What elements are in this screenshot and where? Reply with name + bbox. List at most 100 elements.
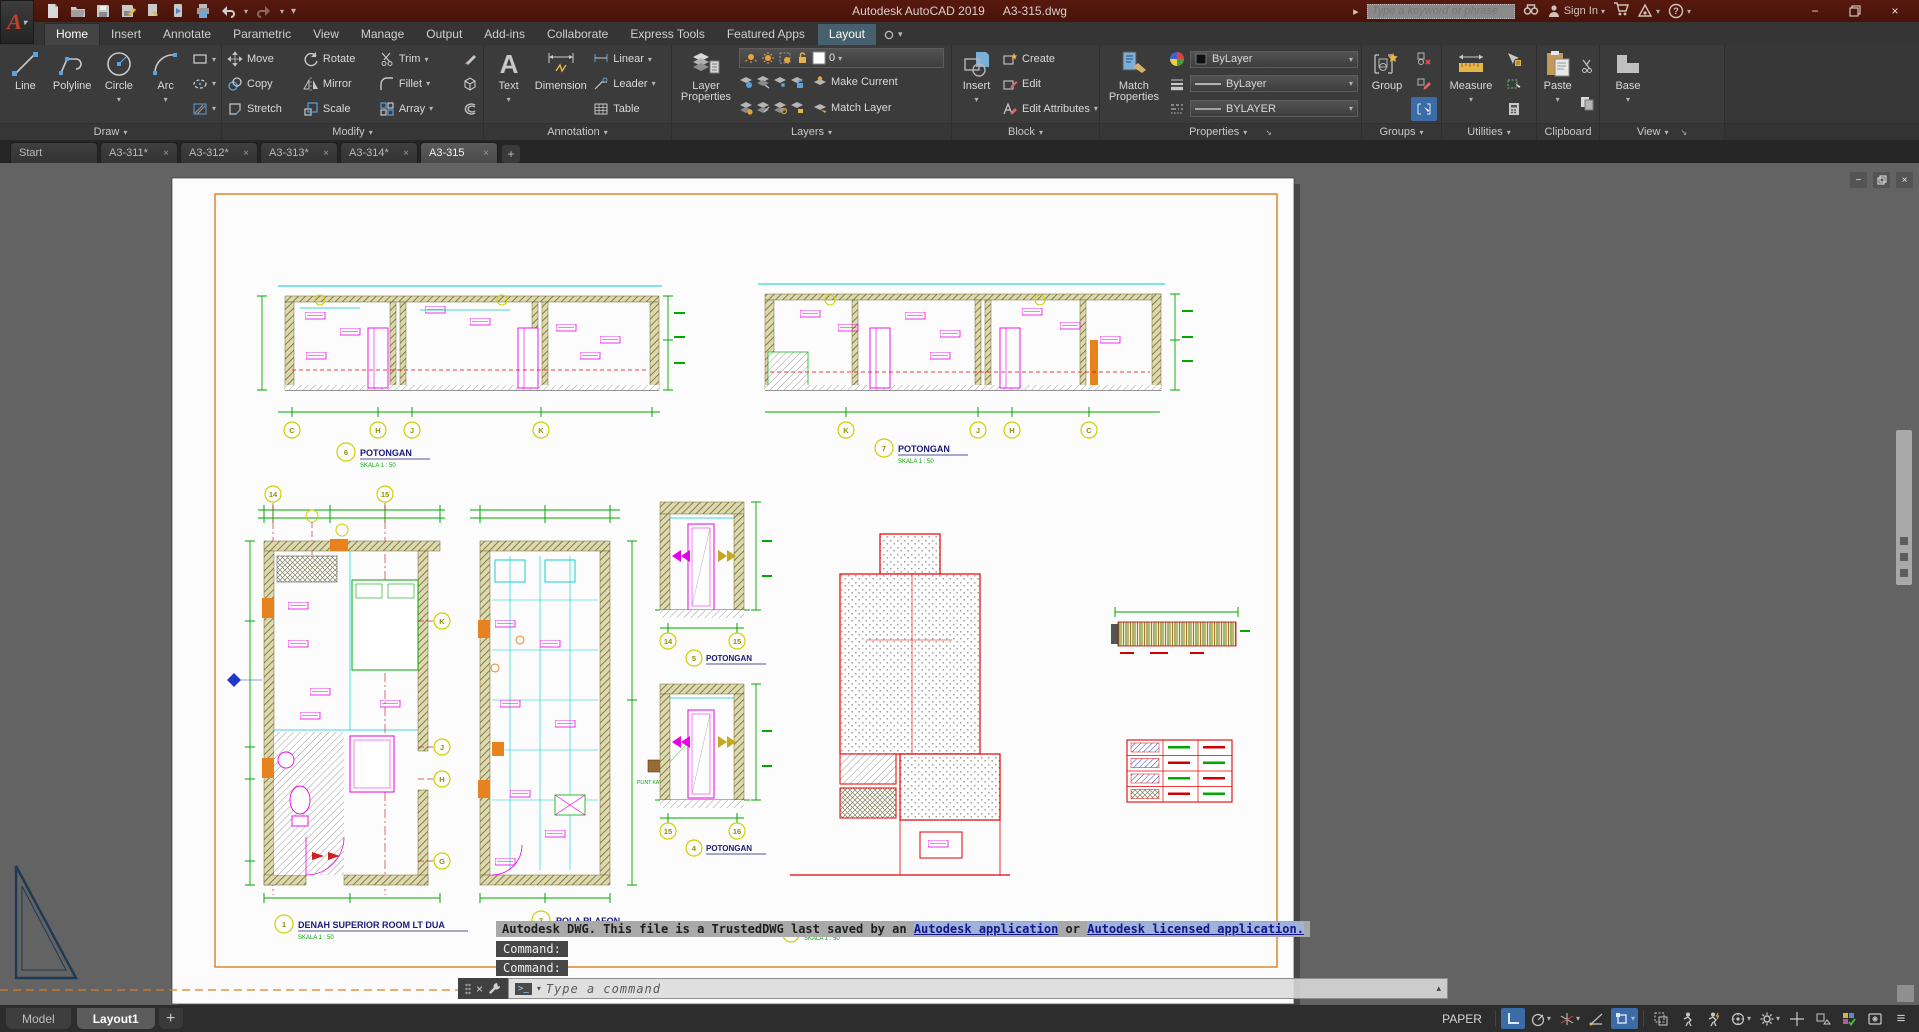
print-button[interactable] [194, 3, 212, 19]
ribbon-tab-layout[interactable]: Layout [817, 24, 876, 45]
ellipse-tool-button[interactable]: ▾ [190, 72, 218, 96]
close-tab-icon[interactable]: × [323, 148, 329, 159]
drag-grip-icon[interactable] [465, 983, 471, 995]
isolate-objects-button[interactable] [1811, 1008, 1835, 1029]
properties-dialog-launcher[interactable]: ↘ [1265, 128, 1272, 137]
file-tab-a3-312[interactable]: A3-312* × [180, 142, 258, 163]
ribbon-tab-home[interactable]: Home [44, 23, 101, 45]
match-layer-button[interactable]: Match Layer [811, 96, 894, 120]
drawing-restore-button[interactable] [1873, 172, 1890, 188]
rectangle-tool-button[interactable]: ▾ [190, 47, 218, 71]
command-history-expand-icon[interactable]: ▴ [1436, 983, 1441, 994]
annotation-scale-button[interactable]: ▾ [1727, 1008, 1754, 1029]
ribbon-tab-featured-apps[interactable]: Featured Apps [716, 24, 816, 45]
fillet-button[interactable]: Fillet ▾ [377, 72, 459, 96]
text-button[interactable]: A Text ▾ [487, 47, 530, 121]
measure-button[interactable]: Measure ▾ [1445, 47, 1497, 121]
ribbon-tab-express-tools[interactable]: Express Tools [619, 24, 715, 45]
line-button[interactable]: Line [3, 47, 48, 121]
arc-button[interactable]: Arc ▾ [143, 47, 188, 121]
mirror-button[interactable]: Mirror [301, 72, 375, 96]
ribbon-display-toggle[interactable]: ▾ [884, 29, 902, 45]
hardware-acceleration-button[interactable] [1837, 1008, 1861, 1029]
drawing-close-button[interactable]: × [1896, 172, 1913, 188]
copy-clip-button[interactable] [1577, 91, 1596, 115]
ribbon-tab-view[interactable]: View [302, 24, 350, 45]
group-button[interactable]: Group [1365, 47, 1409, 121]
linetype-select[interactable]: BYLAYER ▾ [1190, 100, 1358, 118]
search-input[interactable] [1366, 3, 1515, 19]
layer-dropdown[interactable]: 0 ▾ [739, 48, 944, 68]
object-color-select[interactable]: ByLayer ▾ [1190, 50, 1358, 68]
table-button[interactable]: Table [591, 97, 668, 121]
redo-button[interactable] [255, 3, 273, 19]
file-tab-a3-311[interactable]: A3-311* × [100, 142, 178, 163]
help-button[interactable]: ? ▾ [1668, 3, 1691, 19]
create-block-button[interactable]: Create [1000, 47, 1096, 71]
wrench-icon[interactable] [488, 982, 501, 995]
minimize-button[interactable]: − [1795, 1, 1835, 21]
ribbon-tab-addins[interactable]: Add-ins [473, 24, 536, 45]
plot-button[interactable] [144, 3, 162, 19]
group-edit-button[interactable] [1411, 72, 1437, 96]
panel-label-utilities[interactable]: Utilities ▾ [1442, 123, 1536, 140]
ortho-mode-button[interactable] [1500, 1008, 1525, 1029]
match-properties-button[interactable]: Match Properties [1103, 47, 1165, 121]
object-snap-button[interactable]: ▾ [1610, 1008, 1638, 1029]
panel-label-block[interactable]: Block ▾ [952, 123, 1099, 140]
edit-attributes-button[interactable]: Edit Attributes ▾ [1000, 97, 1098, 121]
ribbon-tab-insert[interactable]: Insert [100, 24, 152, 45]
workspace-switching-button[interactable]: ▾ [1756, 1008, 1783, 1029]
polyline-button[interactable]: Polyline [50, 47, 95, 121]
panel-label-annotation[interactable]: Annotation ▾ [484, 123, 671, 140]
linear-dimension-button[interactable]: Linear ▾ [591, 47, 668, 71]
linetype-icon[interactable] [1167, 97, 1188, 121]
paste-button[interactable]: Paste ▾ [1540, 47, 1575, 121]
open-folder-button[interactable] [69, 3, 87, 19]
offset-button[interactable] [461, 97, 480, 121]
panel-label-layers[interactable]: Layers ▾ [672, 123, 951, 140]
ribbon-tab-output[interactable]: Output [415, 24, 473, 45]
insert-block-button[interactable]: Insert ▾ [955, 47, 998, 121]
explode-button[interactable] [461, 72, 480, 96]
close-tab-icon[interactable]: × [403, 148, 409, 159]
dimension-button[interactable]: Dimension [532, 47, 589, 121]
autocad-logo-icon[interactable]: A ▾ [0, 0, 34, 44]
command-input[interactable]: >_ ▾ Type a command ▴ [508, 978, 1448, 999]
file-tab-a3-314[interactable]: A3-314* × [340, 142, 418, 163]
ribbon-tab-annotate[interactable]: Annotate [152, 24, 222, 45]
layout1-tab[interactable]: Layout1 [76, 1008, 155, 1029]
quick-calculator-button[interactable] [1499, 97, 1529, 121]
copy-button[interactable]: Copy [225, 72, 299, 96]
drawing-minimize-button[interactable]: − [1850, 172, 1867, 188]
crosshair-button[interactable] [1785, 1008, 1809, 1029]
panel-label-view[interactable]: View ▾ ↘ [1600, 123, 1724, 140]
close-tab-icon[interactable]: × [163, 148, 169, 159]
autodesk-licensed-link[interactable]: Autodesk licensed application. [1087, 922, 1304, 936]
command-bar[interactable]: × >_ ▾ Type a command ▴ [458, 978, 1448, 999]
file-tab-a3-315[interactable]: A3-315 × [420, 142, 498, 163]
redo-caret-icon[interactable]: ▾ [280, 7, 284, 16]
search-toggle-icon[interactable]: ▸ [1353, 5, 1359, 18]
isometric-drafting-button[interactable]: ▾ [1556, 1008, 1583, 1029]
hatch-tool-button[interactable]: ▾ [190, 97, 218, 121]
stretch-button[interactable]: Stretch [225, 97, 299, 121]
annotation-visibility-button[interactable] [1675, 1008, 1699, 1029]
circle-button[interactable]: Circle ▾ [97, 47, 142, 121]
paper-space-toggle[interactable]: PAPER [1434, 1008, 1490, 1029]
new-drawing-tab-button[interactable]: + [502, 145, 520, 163]
panel-label-draw[interactable]: Draw ▾ [0, 123, 221, 140]
object-color-wheel-icon[interactable] [1167, 47, 1188, 71]
erase-button[interactable] [461, 47, 480, 71]
model-tab[interactable]: Model [6, 1008, 71, 1029]
base-button[interactable]: Base ▾ [1603, 47, 1653, 121]
undo-button[interactable] [219, 3, 237, 19]
file-tab-a3-313[interactable]: A3-313* × [260, 142, 338, 163]
close-tab-icon[interactable]: × [243, 148, 249, 159]
customization-menu-button[interactable]: ≡ [1889, 1008, 1913, 1029]
polar-tracking-button[interactable]: ▾ [1527, 1008, 1554, 1029]
panel-label-modify[interactable]: Modify ▾ [222, 123, 483, 140]
save-button[interactable] [94, 3, 112, 19]
a360-icon[interactable]: ▾ [1637, 3, 1660, 19]
scale-button[interactable]: Scale [301, 97, 375, 121]
